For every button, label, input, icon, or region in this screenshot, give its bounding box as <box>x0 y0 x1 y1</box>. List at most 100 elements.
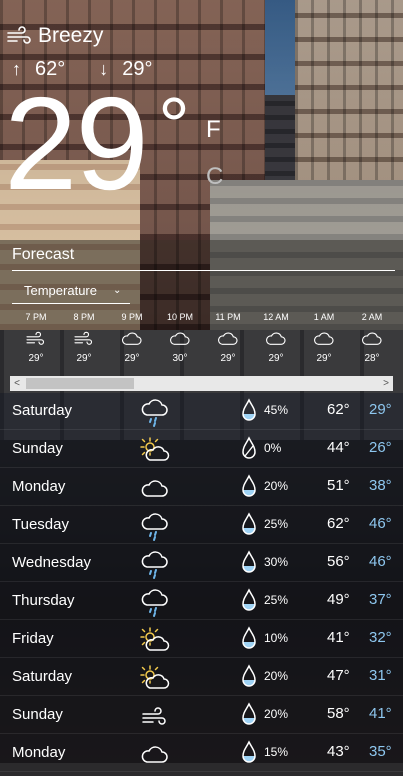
unit-celsius[interactable]: C <box>206 163 223 191</box>
day-row[interactable]: Friday 10% 41° 32° <box>0 620 403 658</box>
day-high: 62° <box>327 401 350 418</box>
day-high: 41° <box>327 629 350 646</box>
hourly-item: 2 AM 28° <box>348 312 396 364</box>
cloud-icon <box>170 332 190 345</box>
day-name: Friday <box>12 630 54 647</box>
day-high: 58° <box>327 705 350 722</box>
precip-chance: 30% <box>264 555 289 569</box>
day-low: 46° <box>369 515 392 532</box>
divider <box>12 270 395 271</box>
hour-label: 2 AM <box>361 312 383 322</box>
hour-temp: 29° <box>316 353 332 364</box>
hour-temp: 29° <box>268 353 284 364</box>
condition-text: Breezy <box>38 24 104 47</box>
wind-icon <box>26 331 45 345</box>
forecast-type-dropdown[interactable]: Temperature ⌄ <box>12 278 130 304</box>
day-row[interactable]: Wednesday 30% 56° 46° <box>0 544 403 582</box>
current-condition: Breezy <box>6 24 103 48</box>
day-high: 62° <box>327 515 350 532</box>
hour-label: 11 PM <box>215 312 241 322</box>
precip-chance: 25% <box>264 517 289 531</box>
raindrop-icon <box>242 664 256 687</box>
precip-chance: 10% <box>264 631 289 645</box>
hour-temp: 29° <box>76 353 92 364</box>
day-low: 37° <box>369 591 392 608</box>
day-name: Monday <box>12 744 66 761</box>
day-low: 46° <box>369 553 392 570</box>
hourly-scrollbar[interactable]: < > <box>10 376 393 391</box>
day-low: 29° <box>369 401 392 418</box>
unit-fahrenheit[interactable]: F <box>206 116 221 144</box>
precip-chance: 20% <box>264 669 289 683</box>
raindrop-icon <box>242 474 256 497</box>
precip-chance: 0% <box>264 441 282 455</box>
chevron-down-icon: ⌄ <box>112 285 122 296</box>
day-name: Wednesday <box>12 554 91 571</box>
hour-label: 8 PM <box>73 312 95 322</box>
hour-temp: 30° <box>172 353 188 364</box>
day-high: 56° <box>327 553 350 570</box>
day-low: 26° <box>369 439 392 456</box>
day-row[interactable]: Tuesday 25% 62° 46° <box>0 506 403 544</box>
hour-label: 7 PM <box>25 312 47 322</box>
hour-temp: 29° <box>124 353 140 364</box>
cloud-icon <box>122 332 142 345</box>
dropdown-value: Temperature <box>24 283 97 298</box>
precip-chance: 20% <box>264 707 289 721</box>
hourly-item: 12 AM 29° <box>252 312 300 364</box>
hour-label: 10 PM <box>166 312 193 322</box>
daily-forecast: Saturday 45% 62° 29° Sunday 0% 44° 26° Monday 20%… <box>0 392 403 772</box>
day-row[interactable]: Saturday 45% 62° 29° <box>0 392 403 430</box>
scroll-left-arrow[interactable]: < <box>10 376 24 391</box>
cloud-icon <box>362 332 382 345</box>
hourly-item: 7 PM 29° <box>12 312 60 364</box>
day-row[interactable]: Monday 15% 43° 35° <box>0 734 403 772</box>
rain-cloud-icon <box>141 399 168 427</box>
rain-cloud-icon <box>141 513 168 541</box>
partly-sunny-icon <box>140 437 170 461</box>
day-name: Sunday <box>12 706 63 723</box>
raindrop-icon <box>242 436 256 459</box>
hourly-item: 8 PM 29° <box>60 312 108 364</box>
rain-cloud-icon <box>141 551 168 579</box>
hourly-item: 11 PM 29° <box>204 312 252 364</box>
raindrop-icon <box>242 626 256 649</box>
day-row[interactable]: Saturday 20% 47° 31° <box>0 658 403 696</box>
day-name: Tuesday <box>12 516 69 533</box>
raindrop-icon <box>242 588 256 611</box>
day-low: 31° <box>369 667 392 684</box>
raindrop-icon <box>242 550 256 573</box>
hourly-forecast[interactable]: 7 PM 29° 8 PM 29° 9 PM 29° 10 PM 30° 11 PM 29° 12 … <box>0 312 403 370</box>
precip-chance: 25% <box>264 593 289 607</box>
raindrop-icon <box>242 398 256 421</box>
raindrop-icon <box>242 740 256 763</box>
hour-temp: 28° <box>364 353 380 364</box>
day-low: 38° <box>369 477 392 494</box>
degree-symbol: ° <box>158 81 190 170</box>
raindrop-icon <box>242 702 256 725</box>
day-name: Thursday <box>12 592 75 609</box>
hour-temp: 29° <box>28 353 44 364</box>
partly-sunny-icon <box>140 665 170 689</box>
precip-chance: 45% <box>264 403 289 417</box>
day-high: 44° <box>327 439 350 456</box>
day-row[interactable]: Thursday 25% 49° 37° <box>0 582 403 620</box>
day-row[interactable]: Sunday 0% 44° 26° <box>0 430 403 468</box>
hour-label: 12 AM <box>263 312 289 322</box>
scroll-right-arrow[interactable]: > <box>379 376 393 391</box>
day-high: 47° <box>327 667 350 684</box>
hourly-item: 9 PM 29° <box>108 312 156 364</box>
day-name: Monday <box>12 478 66 495</box>
day-low: 41° <box>369 705 392 722</box>
current-temperature: 29 <box>4 70 149 217</box>
day-row[interactable]: Monday 20% 51° 38° <box>0 468 403 506</box>
cloud-icon <box>141 746 168 763</box>
hour-temp: 29° <box>220 353 236 364</box>
hourly-item: 10 PM 30° <box>156 312 204 364</box>
wind-icon <box>142 707 166 725</box>
cloud-icon <box>141 480 168 497</box>
day-row[interactable]: Sunday 20% 58° 41° <box>0 696 403 734</box>
scroll-thumb[interactable] <box>26 378 134 389</box>
day-name: Saturday <box>12 668 73 685</box>
precip-chance: 15% <box>264 745 289 759</box>
